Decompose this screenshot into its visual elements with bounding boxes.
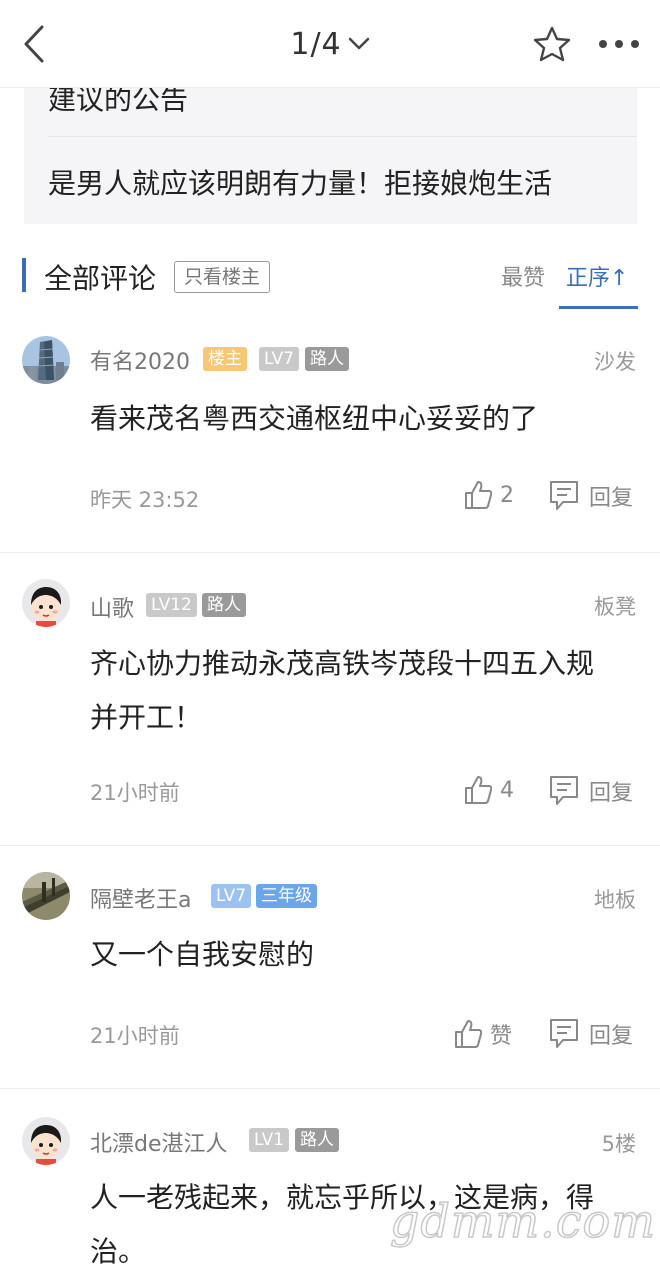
more-button[interactable] — [594, 22, 644, 66]
comment-author[interactable]: 隔壁老王a — [90, 882, 191, 914]
cartoon-avatar-icon — [22, 579, 70, 627]
chevron-down-icon — [348, 37, 369, 50]
level-badge: LV7 — [211, 884, 252, 908]
comment-time: 昨天 23:52 — [90, 488, 200, 512]
related-post-1[interactable]: 建议的公告 — [48, 88, 188, 118]
comment-item: 山歌 LV12 路人 板凳 齐心协力推动永茂高铁岑茂段十四五入规并开工！ 21小… — [0, 553, 660, 845]
comment-author[interactable]: 北漂de湛江人 — [90, 1126, 228, 1158]
grade-badge: 三年级 — [256, 884, 317, 908]
avatar[interactable] — [22, 872, 70, 920]
related-posts: 建议的公告 是男人就应该明朗有力量！拒接娘炮生活 — [24, 88, 637, 224]
role-badge: 路人 — [305, 347, 349, 371]
sort-by-likes-tab[interactable]: 最赞 — [501, 260, 545, 292]
comment-author[interactable]: 有名2020 — [90, 344, 190, 376]
photo-avatar-icon — [22, 872, 70, 920]
reply-label: 回复 — [589, 1024, 634, 1049]
comment-bubble-icon — [550, 481, 578, 510]
comment-item: 北漂de湛江人 LV1 路人 5楼 人一老残起来，就忘乎所以，这是病，得治。 — [0, 1089, 660, 1280]
top-bar: 1/4 — [0, 0, 660, 88]
like-button[interactable]: 2 — [464, 480, 514, 510]
role-badge: 路人 — [295, 1128, 339, 1152]
level-badge: LV12 — [146, 593, 197, 617]
reply-label: 回复 — [589, 486, 634, 511]
sort-by-order-tab[interactable]: 正序↑ — [566, 260, 628, 292]
comment-text: 又一个自我安慰的 — [90, 938, 315, 971]
thumbs-up-icon — [465, 776, 492, 804]
level-badge: LV7 — [259, 347, 300, 371]
star-outline-icon — [533, 26, 571, 62]
building-avatar-icon — [22, 336, 70, 384]
comment-bubble-icon — [550, 776, 578, 805]
owner-badge: 楼主 — [203, 347, 247, 371]
floor-label: 板凳 — [594, 595, 636, 619]
comments-title: 全部评论 — [44, 262, 157, 295]
comments-header: 全部评论 只看楼主 最赞 正序↑ — [0, 224, 660, 314]
comment-bubble-icon — [550, 1019, 578, 1048]
reply-label: 回复 — [589, 781, 634, 806]
more-dots-icon — [599, 40, 639, 48]
page-indicator: 1/4 — [290, 26, 342, 62]
level-badge: LV1 — [249, 1128, 290, 1152]
like-count: 2 — [500, 482, 514, 508]
like-button[interactable]: 4 — [464, 775, 514, 805]
comment-time: 21小时前 — [90, 1024, 180, 1048]
active-tab-indicator — [559, 306, 638, 309]
avatar[interactable] — [22, 579, 70, 627]
related-post-2[interactable]: 是男人就应该明朗有力量！拒接娘炮生活 — [48, 162, 552, 202]
favorite-button[interactable] — [530, 22, 574, 66]
floor-label: 5楼 — [601, 1132, 636, 1156]
like-button[interactable]: 赞 — [454, 1018, 512, 1050]
avatar[interactable] — [22, 1117, 70, 1165]
like-label: 赞 — [490, 1024, 513, 1049]
thumbs-up-icon — [465, 481, 492, 509]
floor-label: 沙发 — [594, 350, 636, 374]
comment-item: 隔壁老王a LV7 三年级 地板 又一个自我安慰的 21小时前 赞 回复 — [0, 846, 660, 1088]
thumbs-up-icon — [455, 1020, 482, 1048]
reply-button[interactable]: 回复 — [549, 480, 633, 512]
reply-button[interactable]: 回复 — [549, 775, 633, 807]
cartoon-avatar-icon — [22, 1117, 70, 1165]
accent-bar — [22, 258, 26, 292]
comment-time: 21小时前 — [90, 781, 180, 805]
watermark: gdmm.com — [389, 1193, 656, 1249]
floor-label: 地板 — [594, 888, 636, 912]
comment-text: 齐心协力推动永茂高铁岑茂段十四五入规并开工！ — [90, 647, 595, 734]
divider — [48, 136, 637, 137]
reply-button[interactable]: 回复 — [549, 1018, 633, 1050]
like-count: 4 — [500, 777, 514, 803]
comment-text: 看来茂名粤西交通枢纽中心妥妥的了 — [90, 402, 539, 435]
comment-author[interactable]: 山歌 — [90, 591, 134, 623]
comment-item: 有名2020 楼主 LV7 路人 沙发 看来茂名粤西交通枢纽中心妥妥的了 昨天 … — [0, 314, 660, 552]
avatar[interactable] — [22, 336, 70, 384]
role-badge: 路人 — [202, 593, 246, 617]
owner-only-button[interactable]: 只看楼主 — [174, 261, 271, 293]
